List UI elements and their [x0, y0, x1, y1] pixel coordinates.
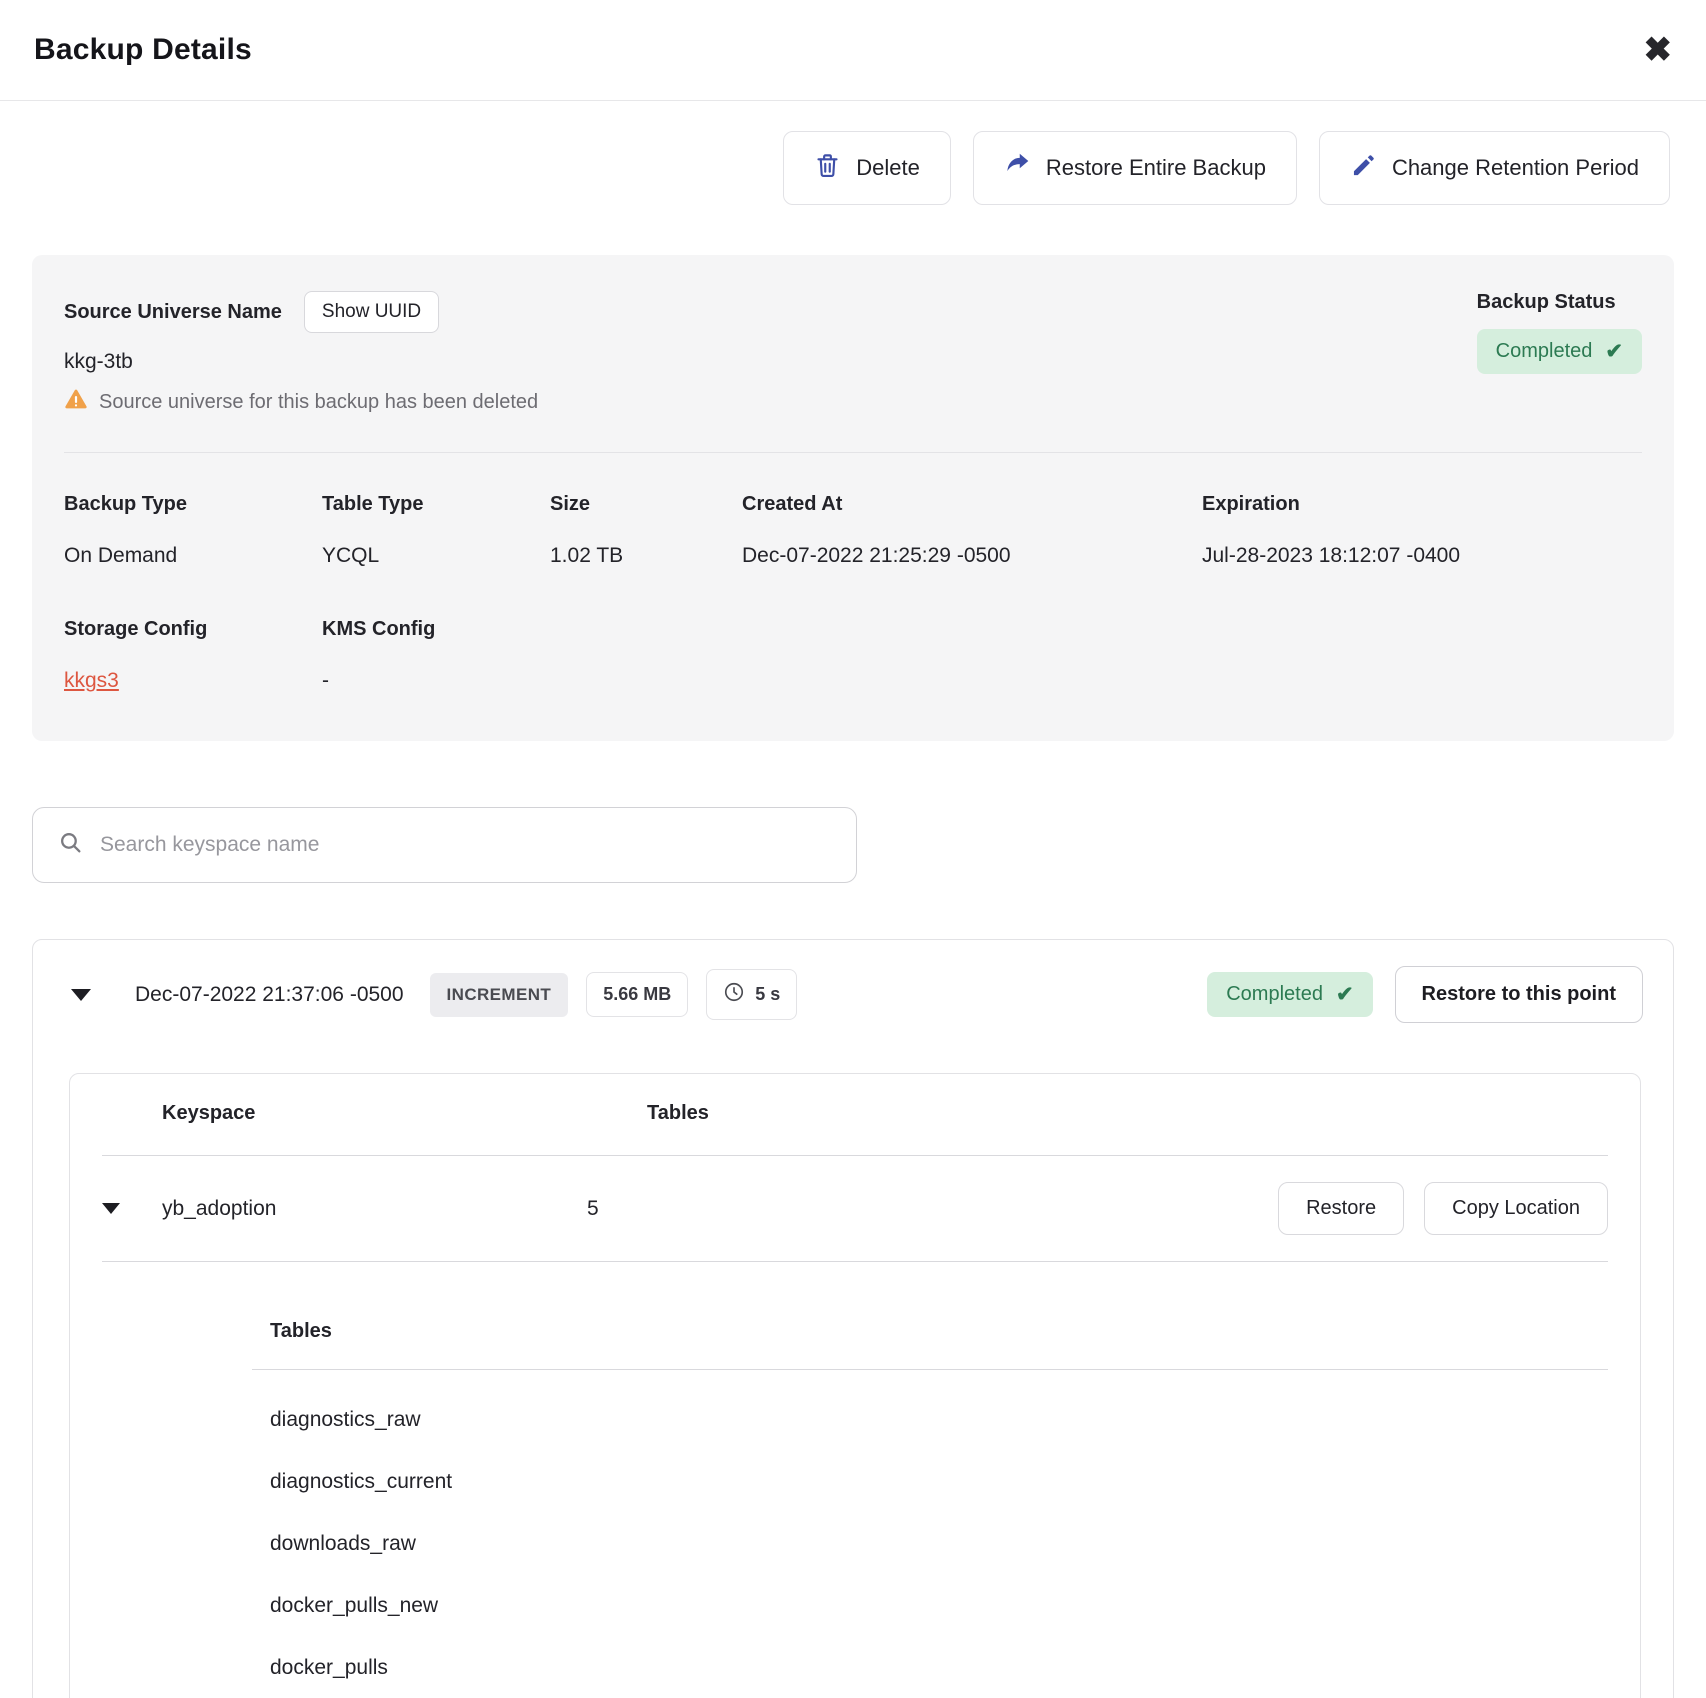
restore-to-this-point-button[interactable]: Restore to this point [1395, 966, 1643, 1023]
increment-status-badge: Completed ✔ [1207, 972, 1372, 1017]
increment-header-row: Dec-07-2022 21:37:06 -0500 INCREMENT 5.6… [63, 966, 1643, 1023]
show-uuid-button[interactable]: Show UUID [304, 291, 439, 333]
status-badge-text: Completed [1496, 340, 1593, 363]
keyspace-row: yb_adoption 5 Restore Copy Location [102, 1156, 1608, 1261]
change-retention-period-label: Change Retention Period [1392, 155, 1639, 181]
pencil-icon [1350, 152, 1377, 185]
expiration-label: Expiration [1202, 493, 1642, 516]
table-list-item: diagnostics_current [252, 1470, 1608, 1494]
table-type-value: YCQL [322, 544, 550, 568]
field-expiration: Expiration Jul-28-2023 18:12:07 -0400 [1202, 493, 1642, 568]
increment-size-badge: 5.66 MB [586, 972, 688, 1017]
trash-icon [814, 152, 841, 185]
field-created-at: Created At Dec-07-2022 21:25:29 -0500 [742, 493, 1202, 568]
backup-type-label: Backup Type [64, 493, 322, 516]
warning-text: Source universe for this backup has been… [99, 391, 538, 414]
change-retention-period-button[interactable]: Change Retention Period [1319, 131, 1670, 205]
delete-button[interactable]: Delete [783, 131, 951, 205]
size-label: Size [550, 493, 742, 516]
restore-entire-backup-button[interactable]: Restore Entire Backup [973, 131, 1297, 205]
status-badge: Completed ✔ [1477, 329, 1642, 374]
keyspace-table-card: Keyspace Tables yb_adoption 5 Restore Co… [69, 1073, 1641, 1698]
search-box [32, 807, 857, 883]
backup-type-value: On Demand [64, 544, 322, 568]
increment-backup-card: Dec-07-2022 21:37:06 -0500 INCREMENT 5.6… [32, 939, 1674, 1698]
storage-config-link[interactable]: kkgs3 [64, 669, 119, 692]
created-at-label: Created At [742, 493, 1202, 516]
tables-subsection-divider [252, 1369, 1608, 1370]
summary-top-section: Source Universe Name Show UUID kkg-3tb S… [64, 255, 1642, 452]
table-list-item: downloads_raw [252, 1532, 1608, 1556]
table-type-label: Table Type [322, 493, 550, 516]
keyspace-name: yb_adoption [162, 1197, 587, 1221]
created-at-value: Dec-07-2022 21:25:29 -0500 [742, 544, 1202, 568]
kms-config-label: KMS Config [322, 618, 1642, 641]
universe-deleted-warning: Source universe for this backup has been… [64, 387, 538, 417]
source-universe-block: Source Universe Name Show UUID kkg-3tb S… [64, 291, 538, 452]
collapse-caret-icon[interactable] [71, 989, 91, 1001]
backup-summary-panel: Source Universe Name Show UUID kkg-3tb S… [32, 255, 1674, 741]
backup-fields-row: Backup Type On Demand Table Type YCQL Si… [64, 453, 1642, 568]
storage-config-label: Storage Config [64, 618, 322, 641]
source-universe-label: Source Universe Name [64, 301, 282, 324]
page-title: Backup Details [34, 33, 252, 67]
field-storage-config: Storage Config kkgs3 [64, 618, 322, 693]
keyspace-table-header: Keyspace Tables [102, 1102, 1608, 1125]
size-value: 1.02 TB [550, 544, 742, 568]
field-size: Size 1.02 TB [550, 493, 742, 568]
action-toolbar: Delete Restore Entire Backup Change Rete… [36, 131, 1670, 205]
increment-duration-badge: 5 s [706, 969, 797, 1020]
keyspace-caret-icon[interactable] [102, 1203, 120, 1214]
field-table-type: Table Type YCQL [322, 493, 550, 568]
increment-timestamp: Dec-07-2022 21:37:06 -0500 [135, 983, 404, 1007]
keyspace-table-count: 5 [587, 1197, 1278, 1221]
modal-header: Backup Details ✖ [0, 0, 1706, 101]
expiration-value: Jul-28-2023 18:12:07 -0400 [1202, 544, 1642, 568]
search-icon [58, 830, 83, 860]
keyspace-column-header: Keyspace [162, 1102, 647, 1125]
close-icon[interactable]: ✖ [1644, 33, 1673, 67]
keyspace-restore-button[interactable]: Restore [1278, 1182, 1404, 1235]
clock-icon [723, 981, 745, 1008]
duration-text: 5 s [755, 984, 780, 1005]
search-input[interactable] [100, 833, 831, 857]
keyspace-row-divider [102, 1261, 1608, 1262]
increment-status-text: Completed [1226, 983, 1323, 1006]
restore-arrow-icon [1004, 152, 1031, 185]
table-list-item: diagnostics_raw [252, 1408, 1608, 1432]
check-icon: ✔ [1605, 339, 1623, 364]
tables-subsection-header: Tables [252, 1320, 1608, 1343]
universe-name: kkg-3tb [64, 350, 538, 374]
restore-entire-backup-label: Restore Entire Backup [1046, 155, 1266, 181]
copy-location-button[interactable]: Copy Location [1424, 1182, 1608, 1235]
table-list-item: docker_pulls_new [252, 1594, 1608, 1618]
table-list-item: docker_pulls [252, 1656, 1608, 1680]
check-icon: ✔ [1336, 982, 1354, 1007]
tables-column-header: Tables [647, 1102, 1608, 1125]
tables-subsection: Tables diagnostics_raw diagnostics_curre… [252, 1320, 1608, 1698]
backup-status-block: Backup Status Completed ✔ [1477, 291, 1642, 452]
kms-config-value: - [322, 669, 1642, 693]
warning-triangle-icon [64, 387, 88, 417]
backup-status-label: Backup Status [1477, 291, 1616, 314]
field-kms-config: KMS Config - [322, 618, 1642, 693]
increment-type-badge: INCREMENT [430, 973, 569, 1017]
config-fields-row: Storage Config kkgs3 KMS Config - [64, 568, 1642, 741]
field-backup-type: Backup Type On Demand [64, 493, 322, 568]
delete-button-label: Delete [856, 155, 920, 181]
